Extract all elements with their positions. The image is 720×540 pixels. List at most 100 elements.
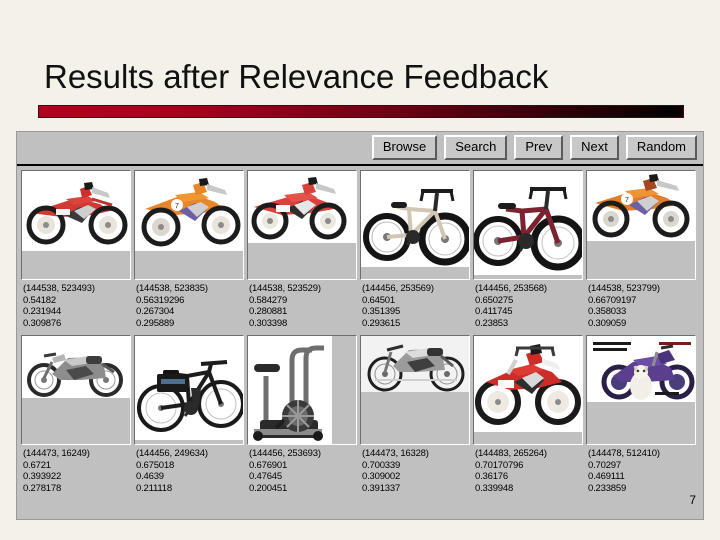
result-score-3: 0.23853 bbox=[475, 317, 508, 329]
result-cell[interactable]: (144473, 16328) 0.700339 0.309002 0.3913… bbox=[360, 335, 470, 496]
result-score-2: 0.280881 bbox=[249, 306, 288, 317]
thumbnail-orange-dirt-bike[interactable]: 7 bbox=[134, 170, 244, 280]
image-browser-window: Browse Search Prev Next Random (144538, … bbox=[16, 131, 704, 520]
svg-text:7: 7 bbox=[175, 203, 179, 210]
result-metadata: (144456, 253568) 0.650275 0.411745 0.238… bbox=[473, 280, 583, 331]
result-score-1: 0.584279 bbox=[249, 294, 288, 306]
prev-button[interactable]: Prev bbox=[514, 135, 564, 160]
result-metadata: (144538, 523529) 0.584279 0.280881 0.303… bbox=[247, 280, 357, 331]
result-score-1: 0.650275 bbox=[475, 294, 514, 306]
result-cell[interactable]: (144538, 523493) 0.54182 0.231944 0.3098… bbox=[21, 170, 131, 331]
result-metadata: (144473, 16249) 0.6721 0.393922 0.278178 bbox=[21, 445, 131, 496]
result-cell[interactable]: (144473, 16249) 0.6721 0.393922 0.278178 bbox=[21, 335, 131, 496]
thumbnail-orange-motocross-bike[interactable]: 7 bbox=[586, 170, 696, 280]
result-score-1: 0.6721 bbox=[23, 459, 51, 471]
result-score-3: 0.293615 bbox=[362, 317, 401, 329]
slide: Results after Relevance Feedback Browse … bbox=[0, 0, 720, 540]
result-metadata: (144483, 265264) 0.70170796 0.36176 0.33… bbox=[473, 445, 583, 496]
result-score-3: 0.211118 bbox=[136, 482, 172, 494]
page-title: Results after Relevance Feedback bbox=[44, 58, 549, 95]
result-score-1: 0.66709197 bbox=[588, 294, 637, 306]
thumbnail-tan-bmx-bicycle[interactable] bbox=[360, 170, 470, 280]
result-score-2: 0.351395 bbox=[362, 306, 401, 317]
result-score-1: 0.700339 bbox=[362, 459, 401, 471]
result-score-2: 0.47645 bbox=[249, 471, 282, 482]
result-id: (144456, 253693) bbox=[249, 448, 321, 459]
browse-button[interactable]: Browse bbox=[371, 135, 438, 160]
result-score-2: 0.469111 bbox=[588, 471, 625, 482]
result-cell[interactable]: (144456, 253568) 0.650275 0.411745 0.238… bbox=[473, 170, 583, 331]
result-cell[interactable]: (144456, 253693) 0.676901 0.47645 0.2004… bbox=[247, 335, 357, 496]
thumbnail-vintage-motorcycle-bw[interactable] bbox=[21, 335, 131, 445]
result-metadata: (144538, 523799) 0.66709197 0.358033 0.3… bbox=[586, 280, 696, 331]
result-score-3: 0.339948 bbox=[475, 482, 514, 494]
toolbar-button-group: Browse Search Prev Next Random bbox=[371, 135, 697, 160]
result-metadata: (144456, 253693) 0.676901 0.47645 0.2004… bbox=[247, 445, 357, 496]
thumbnail-purple-chopper-poster[interactable] bbox=[586, 335, 696, 445]
result-score-3: 0.200451 bbox=[249, 482, 288, 494]
result-id: (144473, 16328) bbox=[362, 448, 429, 459]
random-button[interactable]: Random bbox=[625, 135, 697, 160]
result-cell[interactable]: 7 (144538, 523835) 0.56319296 0.267304 0… bbox=[134, 170, 244, 331]
result-metadata: (144538, 523835) 0.56319296 0.267304 0.2… bbox=[134, 280, 244, 331]
result-cell[interactable]: (144456, 253569) 0.64501 0.351395 0.2936… bbox=[360, 170, 470, 331]
result-id: (144538, 523799) bbox=[588, 283, 660, 294]
result-score-2: 0.358033 bbox=[588, 306, 627, 317]
result-score-1: 0.70297 bbox=[588, 459, 621, 471]
toolbar: Browse Search Prev Next Random bbox=[17, 132, 703, 166]
result-score-3: 0.295889 bbox=[136, 317, 175, 329]
result-score-2: 0.36176 bbox=[475, 471, 508, 482]
slide-page-number: 7 bbox=[689, 493, 696, 507]
result-cell[interactable]: (144456, 249634) 0.675018 0.4639 0.21111… bbox=[134, 335, 244, 496]
thumbnail-black-touring-bicycle[interactable] bbox=[134, 335, 244, 445]
result-score-1: 0.676901 bbox=[249, 459, 288, 471]
result-metadata: (144538, 523493) 0.54182 0.231944 0.3098… bbox=[21, 280, 131, 331]
thumbnail-classic-motorcycle-bw[interactable] bbox=[360, 335, 470, 445]
result-score-2: 0.4639 bbox=[136, 471, 164, 482]
result-score-1: 0.70170796 bbox=[475, 459, 524, 471]
search-button[interactable]: Search bbox=[444, 135, 508, 160]
result-score-1: 0.56319296 bbox=[136, 294, 185, 306]
result-score-2: 0.231944 bbox=[23, 306, 62, 317]
title-divider-bar bbox=[38, 105, 684, 118]
result-id: (144483, 265264) bbox=[475, 448, 547, 459]
result-score-2: 0.309002 bbox=[362, 471, 401, 482]
result-id: (144538, 523529) bbox=[249, 283, 321, 294]
thumbnail-dark-red-bmx-bicycle[interactable] bbox=[473, 170, 583, 280]
result-metadata: (144473, 16328) 0.700339 0.309002 0.3913… bbox=[360, 445, 470, 496]
result-metadata: (144456, 249634) 0.675018 0.4639 0.21111… bbox=[134, 445, 244, 496]
result-score-2: 0.411745 bbox=[475, 306, 513, 317]
thumbnail-red-dirt-bike[interactable] bbox=[21, 170, 131, 280]
svg-text:7: 7 bbox=[625, 197, 629, 204]
thumbnail-red-white-dirt-bike[interactable] bbox=[247, 170, 357, 280]
result-score-1: 0.54182 bbox=[23, 294, 56, 306]
result-score-2: 0.393922 bbox=[23, 471, 62, 482]
result-score-1: 0.64501 bbox=[362, 294, 395, 306]
result-score-2: 0.267304 bbox=[136, 306, 175, 317]
result-score-1: 0.675018 bbox=[136, 459, 175, 471]
results-row: (144538, 523493) 0.54182 0.231944 0.3098… bbox=[21, 170, 699, 331]
result-cell[interactable]: (144478, 512410) 0.70297 0.469111 0.2338… bbox=[586, 335, 696, 496]
result-id: (144473, 16249) bbox=[23, 448, 90, 459]
next-button[interactable]: Next bbox=[570, 135, 619, 160]
result-id: (144456, 249634) bbox=[136, 448, 208, 459]
result-cell[interactable]: 7 (144538, 523799) 0.66709197 0.358033 0… bbox=[586, 170, 696, 331]
result-id: (144456, 253569) bbox=[362, 283, 434, 294]
result-metadata: (144456, 253569) 0.64501 0.351395 0.2936… bbox=[360, 280, 470, 331]
result-score-3: 0.303398 bbox=[249, 317, 288, 329]
result-cell[interactable]: (144483, 265264) 0.70170796 0.36176 0.33… bbox=[473, 335, 583, 496]
result-metadata: (144478, 512410) 0.70297 0.469111 0.2338… bbox=[586, 445, 696, 496]
result-id: (144538, 523835) bbox=[136, 283, 208, 294]
result-id: (144478, 512410) bbox=[588, 448, 660, 459]
result-score-3: 0.233859 bbox=[588, 482, 627, 494]
result-id: (144538, 523493) bbox=[23, 283, 95, 294]
result-score-3: 0.278178 bbox=[23, 482, 62, 494]
result-score-3: 0.391337 bbox=[362, 482, 401, 494]
thumbnail-exercise-bike[interactable] bbox=[247, 335, 357, 445]
result-score-3: 0.309059 bbox=[588, 317, 627, 329]
results-grid: (144538, 523493) 0.54182 0.231944 0.3098… bbox=[17, 166, 703, 496]
result-score-3: 0.309876 bbox=[23, 317, 62, 329]
thumbnail-red-enduro-bike[interactable] bbox=[473, 335, 583, 445]
result-cell[interactable]: (144538, 523529) 0.584279 0.280881 0.303… bbox=[247, 170, 357, 331]
result-id: (144456, 253568) bbox=[475, 283, 547, 294]
